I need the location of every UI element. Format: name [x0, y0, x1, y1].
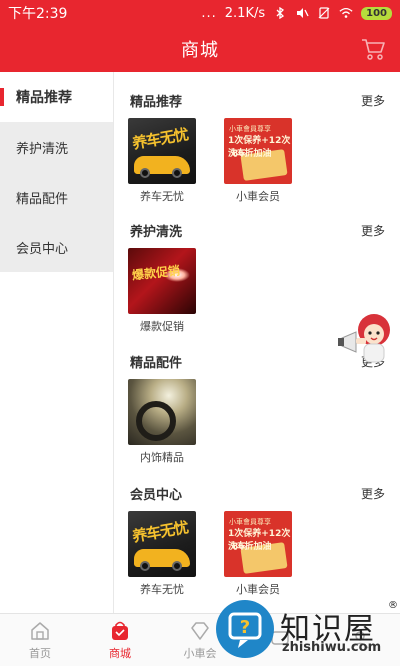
tile-label: 小車会员: [236, 190, 280, 203]
home-icon: [31, 621, 49, 640]
tile-label: 爆款促销: [140, 320, 184, 333]
thumbnail-text: 86折加油: [232, 149, 272, 159]
page-title: 商城: [181, 40, 219, 61]
tile-label: 养车无忧: [140, 583, 184, 596]
battery-indicator: 100: [361, 6, 392, 20]
nav-home[interactable]: 首页: [0, 614, 80, 666]
mute-icon: [295, 7, 309, 19]
cart-icon[interactable]: [360, 37, 386, 61]
product-tile[interactable]: 内饰精品: [128, 379, 196, 465]
tile-label: 养车无忧: [140, 190, 184, 203]
sidebar-item-maintenance[interactable]: 养护清洗: [0, 122, 113, 172]
section-member-center: 会员中心 更多 养车无忧 养车无忧 小車會員尊享 1次保养+12次洗车 86折加…: [114, 483, 400, 597]
sidebar-item-label: 会员中心: [16, 241, 69, 257]
product-tile[interactable]: 小車會員尊享 1次保养+12次洗车 86折加油 小車会员: [224, 118, 292, 204]
product-thumbnail: 小車會員尊享 1次保养+12次洗车 86折加油: [224, 118, 292, 184]
sidebar-item-label: 精品配件: [16, 191, 69, 207]
wifi-icon: [339, 7, 353, 19]
section-featured: 精品推荐 更多 养车无忧 养车无忧 小車會員尊享 1次保养+12次洗车 86折加…: [114, 90, 400, 204]
mascot-float-button[interactable]: [336, 308, 396, 368]
product-thumbnail: 养车无忧: [128, 118, 196, 184]
product-thumbnail: [128, 379, 196, 445]
section-title: 养护清洗: [130, 224, 183, 240]
tile-label: 内饰精品: [140, 451, 184, 464]
site-watermark: ? 知识屋 ® zhishiwu.com: [210, 598, 400, 664]
title-bar: 商城: [0, 26, 400, 72]
sidebar-item-accessories[interactable]: 精品配件: [0, 172, 113, 222]
sidebar-item-featured[interactable]: 精品推荐: [0, 72, 113, 122]
sidebar-item-label: 养护清洗: [16, 141, 69, 157]
sidebar-item-member-center[interactable]: 会员中心: [0, 222, 113, 272]
more-link[interactable]: 更多: [361, 222, 385, 239]
product-tile[interactable]: 小車會員尊享 1次保养+12次洗车 86折加油 小車会员: [224, 511, 292, 597]
sidebar-item-label: 精品推荐: [16, 90, 72, 106]
nav-label: 首页: [29, 646, 51, 660]
thumbnail-text: 养车无忧: [130, 518, 190, 546]
status-right: ... 2.1K/s 100: [201, 6, 392, 21]
nav-mall[interactable]: 商城: [80, 614, 160, 666]
thumbnail-text: 86折加油: [232, 542, 272, 552]
nav-label: 商城: [109, 646, 131, 660]
product-tile[interactable]: 养车无忧 养车无忧: [128, 118, 196, 204]
more-link[interactable]: 更多: [361, 92, 385, 109]
tile-label: 小車会员: [236, 583, 280, 596]
product-thumbnail: 养车无忧: [128, 511, 196, 577]
product-thumbnail: 小車會員尊享 1次保养+12次洗车 86折加油: [224, 511, 292, 577]
product-tile[interactable]: 爆款促销 爆款促销: [128, 248, 196, 334]
section-title: 精品配件: [130, 355, 183, 371]
shopping-bag-icon: [112, 621, 128, 640]
status-time: 下午2:39: [8, 6, 68, 22]
status-dots: ...: [201, 5, 217, 21]
diamond-icon: [191, 621, 209, 640]
status-bar: 下午2:39 ... 2.1K/s 100: [0, 0, 400, 26]
section-accessories: 精品配件 更多 内饰精品: [114, 351, 400, 465]
bluetooth-icon: [273, 7, 287, 19]
thumbnail-text: 养车无忧: [130, 125, 190, 153]
product-thumbnail: 爆款促销: [128, 248, 196, 314]
more-link[interactable]: 更多: [361, 485, 385, 502]
section-title: 精品推荐: [130, 94, 183, 110]
svg-text:?: ?: [240, 617, 250, 638]
watermark-url: zhishiwu.com: [282, 640, 382, 655]
section-title: 会员中心: [130, 487, 183, 503]
sim-off-icon: [317, 7, 331, 19]
product-tile[interactable]: 养车无忧 养车无忧: [128, 511, 196, 597]
watermark-registered: ®: [388, 600, 398, 611]
network-speed: 2.1K/s: [224, 5, 266, 21]
category-sidebar: 精品推荐 养护清洗 精品配件 会员中心: [0, 72, 113, 272]
watermark-logo-icon: ?: [216, 600, 274, 658]
